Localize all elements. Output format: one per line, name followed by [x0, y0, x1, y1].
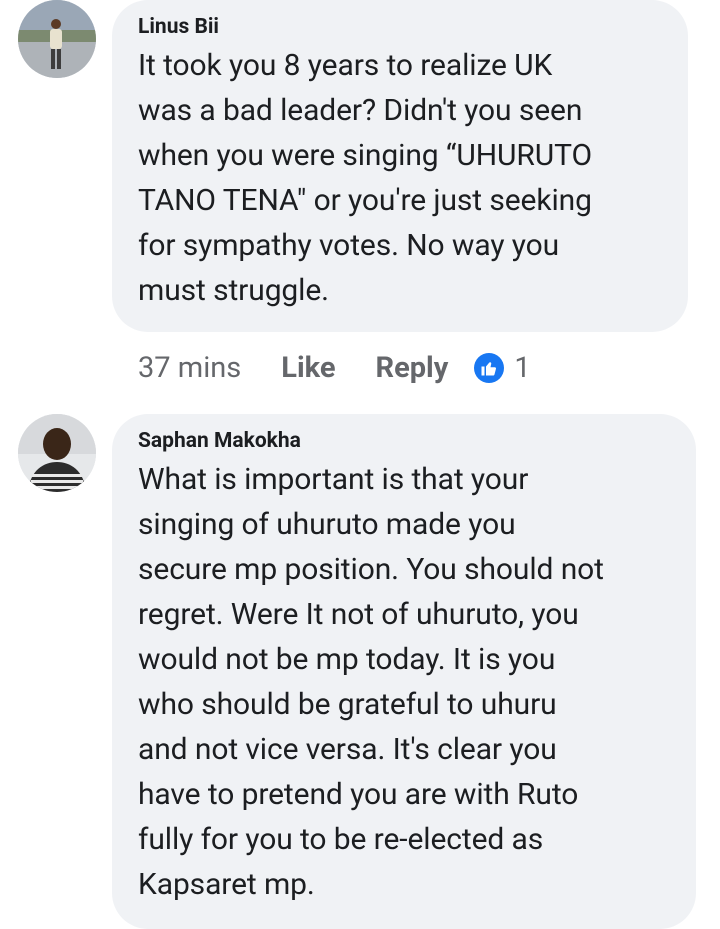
thumbs-up-glyph — [481, 362, 497, 376]
avatar[interactable] — [18, 414, 96, 492]
comment-author[interactable]: Linus Bii — [138, 14, 664, 40]
comment-bubble: Linus Bii It took you 8 years to realize… — [112, 0, 688, 332]
comment-bubble: Saphan Makokha What is important is that… — [112, 414, 696, 929]
comment-timestamp[interactable]: 37 mins — [138, 351, 241, 385]
reply-button[interactable]: Reply — [376, 351, 449, 385]
thumbs-up-icon[interactable] — [474, 353, 505, 383]
comments-thread: Linus Bii It took you 8 years to realize… — [0, 0, 720, 929]
profile-photo — [18, 414, 96, 492]
like-button[interactable]: Like — [281, 351, 335, 385]
comment-actions: 37 mins Like Reply 1 — [138, 351, 531, 385]
reaction-count[interactable]: 1 — [514, 351, 530, 385]
comment-text: What is important is that your singing o… — [138, 462, 604, 902]
comment-author[interactable]: Saphan Makokha — [138, 428, 672, 454]
comment-text: It took you 8 years to realize UK was a … — [138, 48, 593, 308]
avatar[interactable] — [18, 0, 96, 78]
profile-photo — [18, 0, 96, 78]
